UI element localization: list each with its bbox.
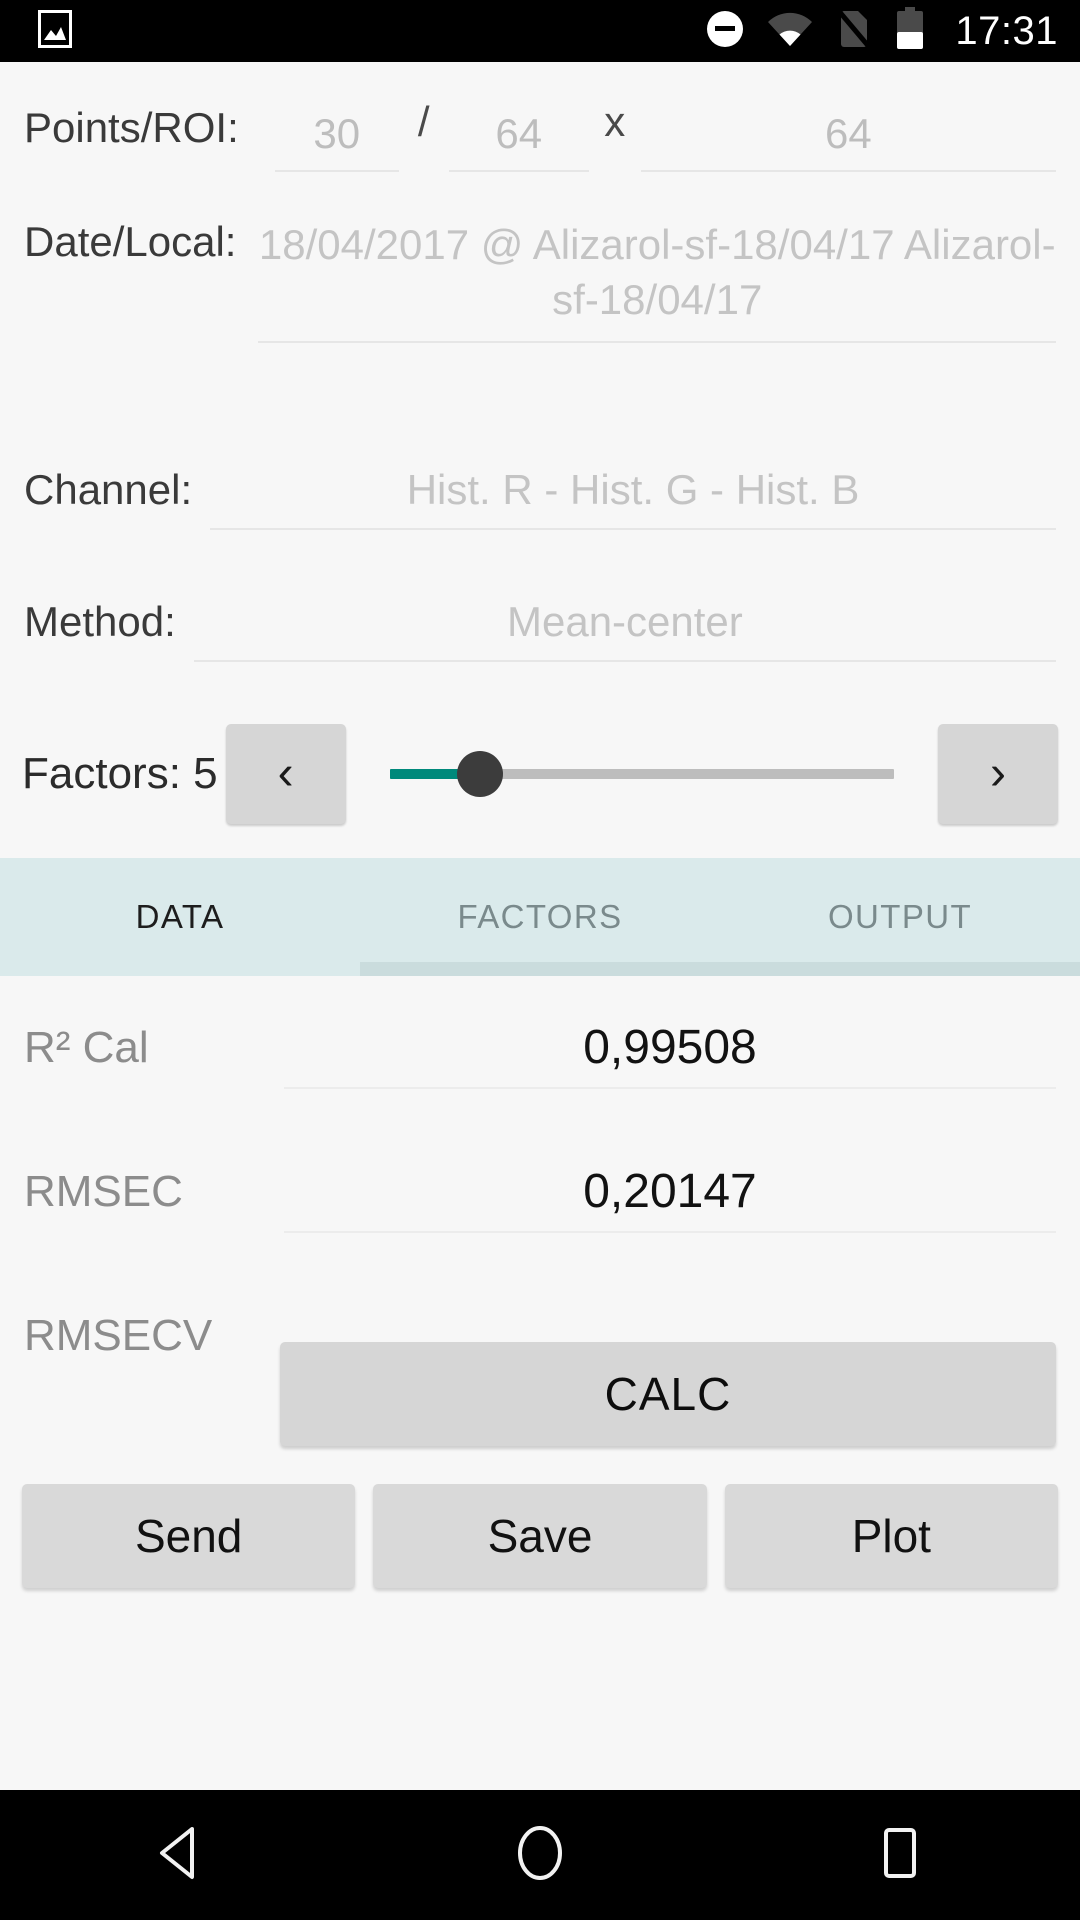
back-triangle-icon <box>154 1825 206 1886</box>
points-input[interactable]: 30 <box>274 84 399 172</box>
tab-indicator <box>360 962 1080 976</box>
wifi-icon <box>767 11 813 52</box>
home-circle-icon <box>512 1823 568 1888</box>
channel-row: Channel: Hist. R - Hist. G - Hist. B <box>24 432 1056 564</box>
result-row-r2cal: R² Cal 0,99508 <box>24 976 1056 1120</box>
status-bar: 17:31 <box>0 0 1080 62</box>
status-bar-notifications <box>38 9 72 53</box>
result-row-rmsec: RMSEC 0,20147 <box>24 1120 1056 1264</box>
result-label-rmsecv: RMSECV <box>24 1311 213 1360</box>
nav-recents-button[interactable] <box>820 1790 980 1920</box>
tab-output[interactable]: OUTPUT <box>720 858 1080 976</box>
send-button[interactable]: Send <box>22 1484 356 1588</box>
factors-label: Factors: 5 <box>22 749 218 798</box>
action-buttons-row: Send Save Plot <box>22 1484 1058 1588</box>
results-panel: R² Cal 0,99508 RMSEC 0,20147 RMSECV CALC… <box>0 976 1080 1790</box>
roi-multiply-symbol: x <box>604 98 626 146</box>
status-bar-system-icons: 17:31 <box>705 6 1058 56</box>
result-label-rmsec: RMSEC <box>24 1167 183 1216</box>
chevron-right-icon: › <box>990 747 1006 800</box>
date-local-input[interactable]: 18/04/2017 @ Alizarol-sf-18/04/17 Alizar… <box>258 184 1056 344</box>
result-value-r2cal: 0,99508 <box>284 1008 1056 1089</box>
do-not-disturb-icon <box>705 9 745 54</box>
nav-back-button[interactable] <box>100 1790 260 1920</box>
plot-button[interactable]: Plot <box>724 1484 1058 1588</box>
roi-width-input[interactable]: 64 <box>448 84 589 172</box>
date-local-row: Date/Local: 18/04/2017 @ Alizarol-sf-18/… <box>24 184 1056 432</box>
recents-square-icon <box>875 1825 925 1886</box>
slider-thumb[interactable] <box>457 751 504 797</box>
calc-button[interactable]: CALC <box>280 1342 1056 1446</box>
battery-half-icon <box>895 6 925 56</box>
result-value-rmsec: 0,20147 <box>284 1152 1056 1233</box>
factors-row: Factors: 5 ‹ › <box>0 696 1080 858</box>
result-label-r2cal: R² Cal <box>24 1023 149 1072</box>
android-navigation-bar <box>0 1790 1080 1920</box>
factors-increment-button[interactable]: › <box>938 724 1058 824</box>
image-icon <box>38 9 72 53</box>
method-row: Method: Mean-center <box>24 564 1056 696</box>
form-area: Points/ROI: 30 / 64 x 64 Date/Local: 18/… <box>0 62 1080 696</box>
factors-slider[interactable] <box>389 724 894 824</box>
chevron-left-icon: ‹ <box>277 747 294 800</box>
tab-data[interactable]: DATA <box>0 858 360 976</box>
method-input[interactable]: Mean-center <box>193 564 1056 662</box>
save-button[interactable]: Save <box>373 1484 707 1588</box>
points-roi-row: Points/ROI: 30 / 64 x 64 <box>24 62 1056 184</box>
tab-factors[interactable]: FACTORS <box>360 858 720 976</box>
app-screen: 17:31 Points/ROI: 30 / 64 x 64 Date/Loca… <box>0 0 1080 1920</box>
date-local-label: Date/Local: <box>24 218 237 265</box>
method-label: Method: <box>24 598 176 645</box>
points-roi-label: Points/ROI: <box>24 104 239 152</box>
status-bar-clock: 17:31 <box>955 9 1058 53</box>
channel-label: Channel: <box>24 466 193 513</box>
points-separator: / <box>417 98 430 146</box>
nav-home-button[interactable] <box>460 1790 620 1920</box>
no-sim-icon <box>835 7 873 55</box>
tab-bar: DATA FACTORS OUTPUT <box>0 858 1080 976</box>
channel-input[interactable]: Hist. R - Hist. G - Hist. B <box>210 432 1056 530</box>
factors-decrement-button[interactable]: ‹ <box>225 724 346 824</box>
roi-height-input[interactable]: 64 <box>640 84 1056 172</box>
